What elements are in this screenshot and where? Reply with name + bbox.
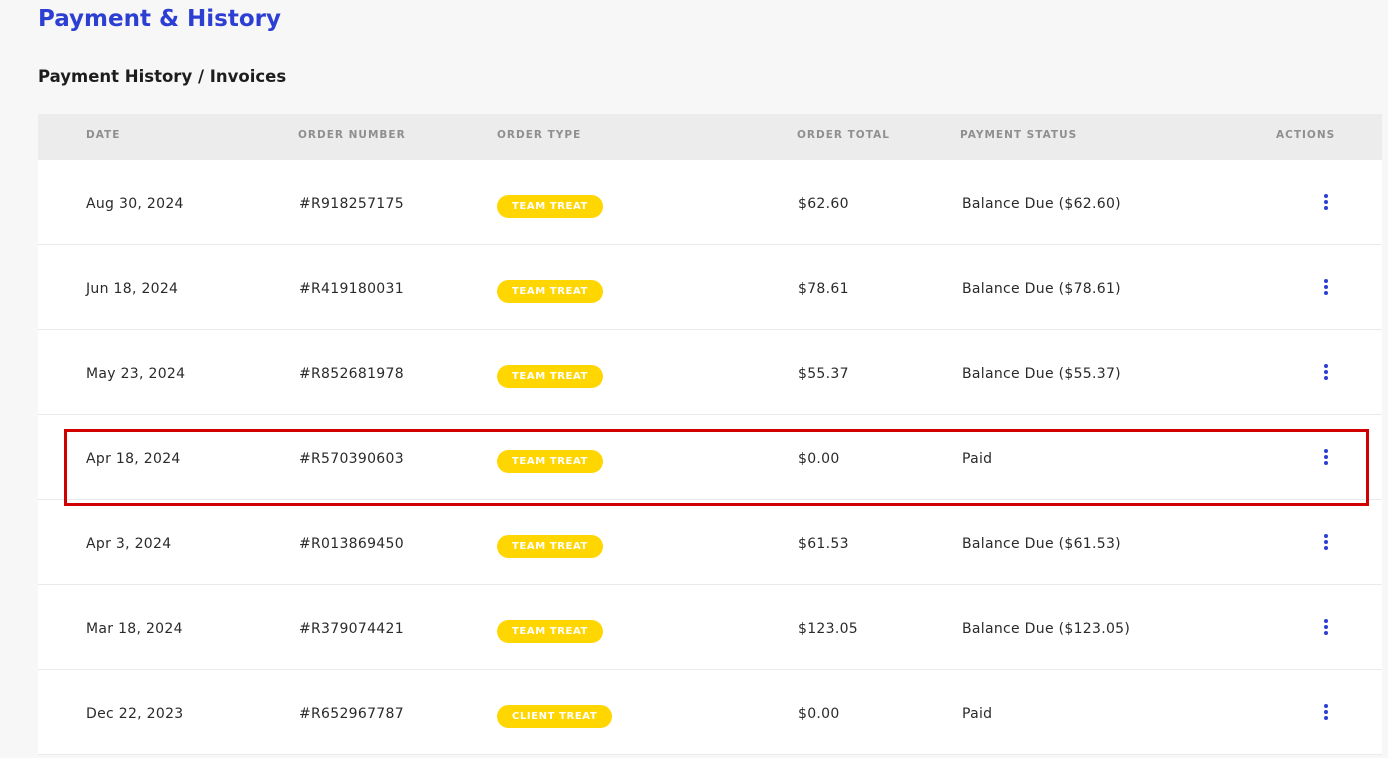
order-type-badge: TEAM TREAT xyxy=(497,450,603,473)
order-date: Jun 18, 2024 xyxy=(86,281,179,297)
payment-status: Paid xyxy=(962,451,993,467)
payment-status: Balance Due ($78.61) xyxy=(962,281,1121,297)
order-date: Aug 30, 2024 xyxy=(86,196,184,212)
order-total: $123.05 xyxy=(798,621,858,637)
order-total: $61.53 xyxy=(798,536,849,552)
order-type-badge: TEAM TREAT xyxy=(497,535,603,558)
order-total: $78.61 xyxy=(798,281,849,297)
table-row[interactable]: Jun 18, 2024 #R419180031 TEAM TREAT $78.61 B… xyxy=(38,245,1382,330)
column-header-order-type[interactable]: ORDER TYPE xyxy=(497,114,581,160)
column-header-order-number[interactable]: ORDER NUMBER xyxy=(298,114,406,160)
more-vertical-icon[interactable] xyxy=(1320,278,1332,298)
section-title: Payment History / Invoices xyxy=(38,67,287,86)
table-row[interactable]: Mar 18, 2024 #R379074421 TEAM TREAT $123.05… xyxy=(38,585,1382,670)
table-row[interactable]: Apr 18, 2024 #R570390603 TEAM TREAT $0.00 Pa… xyxy=(38,415,1382,500)
order-total: $62.60 xyxy=(798,196,849,212)
order-number: #R852681978 xyxy=(299,366,404,382)
payment-status: Paid xyxy=(962,706,993,722)
order-number: #R419180031 xyxy=(299,281,404,297)
more-vertical-icon[interactable] xyxy=(1320,448,1332,468)
order-number: #R918257175 xyxy=(299,196,404,212)
order-type-badge: TEAM TREAT xyxy=(497,620,603,643)
order-date: Apr 3, 2024 xyxy=(86,536,172,552)
table-body: Aug 30, 2024 #R918257175 TEAM TREAT $62.60 B… xyxy=(38,160,1382,755)
table-row[interactable]: May 23, 2024 #R852681978 TEAM TREAT $55.37 B… xyxy=(38,330,1382,415)
order-type-badge: TEAM TREAT xyxy=(497,280,603,303)
page-title: Payment & History xyxy=(38,6,282,32)
column-header-date[interactable]: DATE xyxy=(86,114,120,160)
payment-status: Balance Due ($55.37) xyxy=(962,366,1121,382)
payment-status: Balance Due ($123.05) xyxy=(962,621,1131,637)
table-row[interactable]: Dec 22, 2023 #R652967787 CLIENT TREAT $0.00… xyxy=(38,670,1382,755)
order-type-badge: TEAM TREAT xyxy=(497,365,603,388)
order-total: $0.00 xyxy=(798,706,840,722)
order-date: Apr 18, 2024 xyxy=(86,451,181,467)
payment-status: Balance Due ($61.53) xyxy=(962,536,1121,552)
table-header: DATE ORDER NUMBER ORDER TYPE ORDER TOTAL… xyxy=(38,114,1382,160)
payment-status: Balance Due ($62.60) xyxy=(962,196,1121,212)
column-header-payment-status[interactable]: PAYMENT STATUS xyxy=(960,114,1077,160)
order-type-badge: TEAM TREAT xyxy=(497,195,603,218)
more-vertical-icon[interactable] xyxy=(1320,533,1332,553)
order-number: #R570390603 xyxy=(299,451,404,467)
column-header-actions: ACTIONS xyxy=(1276,129,1336,141)
order-date: Mar 18, 2024 xyxy=(86,621,183,637)
payment-history-table: DATE ORDER NUMBER ORDER TYPE ORDER TOTAL… xyxy=(38,114,1382,755)
order-number: #R379074421 xyxy=(299,621,404,637)
order-total: $55.37 xyxy=(798,366,849,382)
more-vertical-icon[interactable] xyxy=(1320,703,1332,723)
more-vertical-icon[interactable] xyxy=(1320,618,1332,638)
more-vertical-icon[interactable] xyxy=(1320,363,1332,383)
more-vertical-icon[interactable] xyxy=(1320,193,1332,213)
order-total: $0.00 xyxy=(798,451,840,467)
order-number: #R652967787 xyxy=(299,706,404,722)
column-header-order-total[interactable]: ORDER TOTAL xyxy=(797,114,890,160)
order-type-badge: CLIENT TREAT xyxy=(497,705,613,728)
order-date: Dec 22, 2023 xyxy=(86,706,184,722)
order-number: #R013869450 xyxy=(299,536,404,552)
order-date: May 23, 2024 xyxy=(86,366,186,382)
table-row[interactable]: Aug 30, 2024 #R918257175 TEAM TREAT $62.60 B… xyxy=(38,160,1382,245)
table-row[interactable]: Apr 3, 2024 #R013869450 TEAM TREAT $61.53 Ba… xyxy=(38,500,1382,585)
